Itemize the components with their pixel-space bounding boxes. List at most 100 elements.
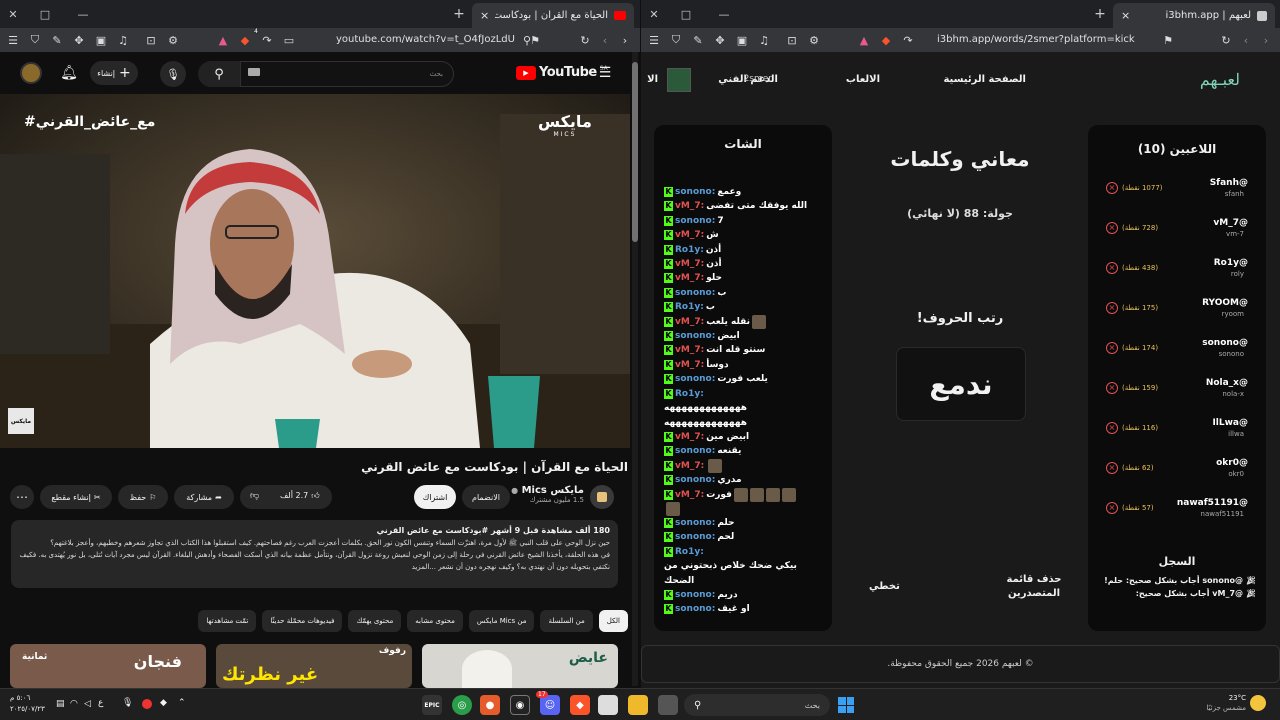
puzzle-icon[interactable]: ✥ xyxy=(711,31,729,49)
taskbar-search[interactable]: بحث ⚲ xyxy=(684,694,830,716)
join-button[interactable]: الانضمام xyxy=(462,485,510,509)
new-tab-button[interactable]: + xyxy=(450,5,468,23)
remove-player-icon[interactable]: × xyxy=(1106,502,1118,514)
keyboard-icon[interactable] xyxy=(248,68,260,76)
address-bar[interactable]: i3bhm.app/words/2smer?platform=kick xyxy=(937,31,1135,49)
remove-player-icon[interactable]: × xyxy=(1106,342,1118,354)
channel-avatar[interactable] xyxy=(590,485,614,509)
discord-icon[interactable]: ☺ 17 xyxy=(536,691,560,715)
extension-icon[interactable]: ⚙ xyxy=(164,31,182,49)
sidebar-icon[interactable]: ▣ xyxy=(92,31,110,49)
chip-series[interactable]: من السلسلة xyxy=(540,610,593,632)
bookmark-icon[interactable]: ⚑ xyxy=(1159,31,1177,49)
clock[interactable]: ٥:٠٦ م ٢٠٢٥/٠٧/٢٣ xyxy=(10,693,45,715)
bookmark-icon[interactable]: ⚑ xyxy=(526,31,544,49)
notification-icon[interactable]: ▤ xyxy=(56,699,65,709)
remove-player-icon[interactable]: × xyxy=(1106,462,1118,474)
channel-corner-logo[interactable]: مايكس xyxy=(8,408,34,434)
sidebar-icon[interactable]: ▣ xyxy=(733,31,751,49)
github-icon[interactable]: ◉ xyxy=(510,695,530,715)
screenshot-icon[interactable]: ⊡ xyxy=(783,31,801,49)
chip-from-channel[interactable]: من Mics مايكس xyxy=(468,610,535,632)
task-view-icon[interactable] xyxy=(658,695,678,715)
extension-icon[interactable]: ⚙ xyxy=(805,31,823,49)
brave-shield-icon[interactable]: ◆ 4 xyxy=(236,28,260,49)
related-video-thumbnail[interactable]: ثمانية فنجان xyxy=(10,644,206,688)
related-video-thumbnail[interactable]: عايض xyxy=(422,644,618,688)
page-scrollbar[interactable] xyxy=(632,52,638,686)
wifi-icon[interactable]: ◠ xyxy=(70,699,78,709)
forward-icon[interactable]: › xyxy=(616,31,634,49)
related-video-thumbnail[interactable]: رفوف غير نظرتك xyxy=(216,644,412,688)
remove-player-icon[interactable]: × xyxy=(1106,262,1118,274)
minimize-window-icon[interactable]: — xyxy=(715,5,733,23)
puzzle-icon[interactable]: ✥ xyxy=(70,31,88,49)
avatar[interactable] xyxy=(20,62,42,84)
site-logo[interactable]: لعبـهم xyxy=(1200,70,1240,89)
tab-youtube-video[interactable]: الحياة مع القرآن | بودكاست مع ... × xyxy=(472,3,634,28)
screenshot-icon[interactable]: ⊡ xyxy=(142,31,160,49)
chip-for-you[interactable]: محتوى يهمّك xyxy=(348,610,402,632)
pen-icon[interactable]: ✎ xyxy=(689,31,707,49)
maximize-window-icon[interactable]: □ xyxy=(677,5,695,23)
remove-player-icon[interactable]: × xyxy=(1106,302,1118,314)
create-button[interactable]: + إنشاء xyxy=(90,61,138,85)
music-icon[interactable]: ♫ xyxy=(114,31,132,49)
chip-watched[interactable]: تمّت مشاهدتها xyxy=(198,610,257,632)
clip-button[interactable]: ✂ إنشاء مقطع xyxy=(40,485,112,509)
tray-app-icon[interactable] xyxy=(142,699,152,709)
mic-icon[interactable]: 🎙︎ xyxy=(122,698,133,708)
thumbs-down-icon[interactable]: 👎︎ xyxy=(250,491,259,501)
chat-messages[interactable]: Ksonono: وعمع KvM_7: الله يوفقك متى تفضى Kso… xyxy=(664,185,822,625)
chip-recent[interactable]: فيديوهات محمّلة حديثًا xyxy=(262,610,343,632)
bell-icon[interactable]: 🔔︎ xyxy=(60,64,78,82)
save-button[interactable]: ⚐ حفظ xyxy=(118,485,168,509)
epic-games-icon[interactable]: EPIC xyxy=(422,695,442,715)
remove-player-icon[interactable]: × xyxy=(1106,222,1118,234)
forward-icon[interactable]: › xyxy=(1257,31,1275,49)
back-icon[interactable]: ‹ xyxy=(596,31,614,49)
aurora-icon[interactable]: ▲ xyxy=(855,31,873,49)
youtube-logo[interactable]: ▶ YouTube SA xyxy=(516,65,608,80)
tab-game[interactable]: لعبهم | i3bhm.app × xyxy=(1113,3,1275,28)
share-icon[interactable]: ↷ xyxy=(258,31,276,49)
remove-player-icon[interactable]: × xyxy=(1106,382,1118,394)
clear-leaderboard-button[interactable]: حذف قائمة المتصدرين xyxy=(999,573,1069,601)
screen-icon[interactable]: ▭ xyxy=(280,31,298,49)
photos-icon[interactable] xyxy=(598,695,618,715)
tray-app-icon[interactable]: ◆ xyxy=(160,698,167,708)
maximize-window-icon[interactable]: □ xyxy=(36,5,54,23)
start-button[interactable] xyxy=(838,697,854,713)
file-explorer-icon[interactable] xyxy=(628,695,648,715)
hamburger-icon[interactable]: ☰ xyxy=(596,64,614,82)
skip-button[interactable]: تخطي xyxy=(869,581,900,592)
remove-player-icon[interactable]: × xyxy=(1106,422,1118,434)
video-player[interactable]: مايكس MICS #مع_عائض_القرني مايكس xyxy=(0,94,630,448)
chevron-up-icon[interactable]: ⌃ xyxy=(178,698,186,708)
pen-icon[interactable]: ✎ xyxy=(48,31,66,49)
chip-all[interactable]: الكل xyxy=(598,610,628,632)
nav-games[interactable]: الالعاب xyxy=(846,74,880,85)
reload-icon[interactable]: ↻ xyxy=(576,31,594,49)
volume-icon[interactable]: ◁ xyxy=(84,699,91,709)
search-input[interactable]: بحث xyxy=(240,61,454,87)
share-icon[interactable]: ↷ xyxy=(899,31,917,49)
remove-player-icon[interactable]: × xyxy=(1106,182,1118,194)
brave-shield-icon[interactable]: ◆ xyxy=(877,31,895,49)
close-window-icon[interactable]: ✕ xyxy=(4,5,22,23)
chrome-icon[interactable]: ◎ xyxy=(452,695,472,715)
user-avatar[interactable] xyxy=(667,68,691,92)
brave-icon[interactable]: ◆ xyxy=(570,695,590,715)
back-icon[interactable]: ‹ xyxy=(1237,31,1255,49)
channel-name[interactable]: مايكس Mics xyxy=(522,485,584,496)
like-button[interactable]: 👍︎ 2.7 ألف xyxy=(280,491,320,501)
more-actions-button[interactable]: ⋯ xyxy=(10,485,34,509)
nav-more[interactable]: الا xyxy=(647,74,658,85)
music-icon[interactable]: ♫ xyxy=(755,31,773,49)
tab-close-icon[interactable]: × xyxy=(1121,9,1130,22)
aurora-icon[interactable]: ▲ xyxy=(214,31,232,49)
menu-icon[interactable]: ☰ xyxy=(645,31,663,49)
shield-icon[interactable]: ⛉ xyxy=(667,31,685,49)
new-tab-button[interactable]: + xyxy=(1091,5,1109,23)
app-icon[interactable]: ● xyxy=(480,695,500,715)
